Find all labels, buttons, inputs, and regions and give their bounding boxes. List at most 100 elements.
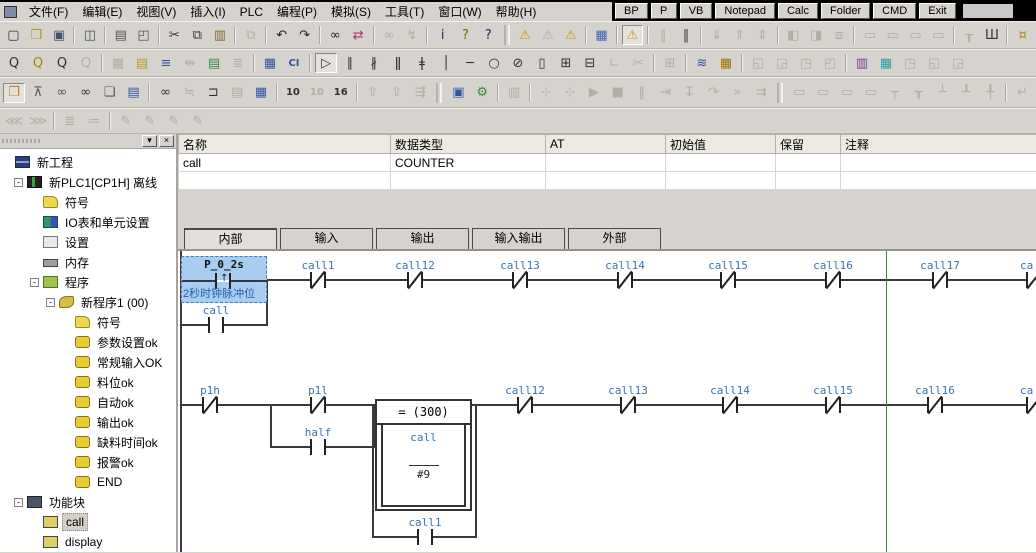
find-report-icon[interactable]: ◫ <box>79 25 100 45</box>
find-icon[interactable]: ∞ <box>325 25 346 45</box>
timer-chart-icon[interactable]: ▦ <box>715 53 737 73</box>
symbol-table-icon[interactable]: ▤ <box>131 53 153 73</box>
output-window-icon[interactable]: ⊼ <box>27 83 49 103</box>
transfer-settings-icon[interactable]: ▦ <box>591 25 612 45</box>
table-cell[interactable] <box>391 172 546 190</box>
table-cell[interactable] <box>546 154 666 172</box>
panel-dropdown-button[interactable]: ▾ <box>142 135 157 147</box>
tree-new-project[interactable]: 新工程 <box>0 152 176 172</box>
launcher-button-calc[interactable]: Calc <box>778 3 818 19</box>
about-icon[interactable]: i <box>432 25 453 45</box>
vertical-line-icon[interactable]: │ <box>435 53 457 73</box>
table-cell[interactable] <box>776 154 841 172</box>
menu-simulation[interactable]: 模拟(S) <box>324 1 378 22</box>
tree-io-table[interactable]: IO表和单元设置 <box>0 212 176 232</box>
table-cell[interactable] <box>841 172 1036 190</box>
contact-or-no-icon[interactable]: ǁ <box>387 53 409 73</box>
local-symbols-icon[interactable]: ≡ <box>155 53 177 73</box>
column-header-4[interactable]: 保留 <box>776 135 841 154</box>
table-cell[interactable]: COUNTER <box>391 154 546 172</box>
tab-input[interactable]: 输入 <box>280 228 373 249</box>
address-window-icon[interactable]: ❏ <box>99 83 121 103</box>
cut-icon[interactable]: ✂ <box>164 25 185 45</box>
instruction-icon[interactable]: ▯ <box>531 53 553 73</box>
tab-output[interactable]: 输出 <box>376 228 469 249</box>
tree-sec-auto[interactable]: 自动ok <box>0 392 176 412</box>
column-header-1[interactable]: 数据类型 <box>391 135 546 154</box>
menu-plc[interactable]: PLC <box>233 3 270 21</box>
menu-program[interactable]: 编程(P) <box>270 1 324 22</box>
rung-list-icon[interactable]: ▤ <box>203 53 225 73</box>
print-icon[interactable]: ▤ <box>110 25 131 45</box>
clock-pulse-icon[interactable]: Ш <box>982 25 1003 45</box>
launcher-button-p[interactable]: P <box>651 3 677 19</box>
watch-icon[interactable]: ▦ <box>875 53 897 73</box>
online-edit-icon[interactable]: ¤ <box>1012 25 1033 45</box>
tree-sec-alarm[interactable]: 报警ok <box>0 452 176 472</box>
check-program-icon[interactable]: ⚠ <box>560 25 581 45</box>
help-icon[interactable]: ? <box>455 25 476 45</box>
menu-insert[interactable]: 插入(I) <box>183 1 232 22</box>
tree-memory[interactable]: 内存 <box>0 252 176 272</box>
simulator-online-icon[interactable]: ▣ <box>447 83 469 103</box>
tab-inout[interactable]: 输入输出 <box>472 228 565 249</box>
tree-settings[interactable]: 设置 <box>0 232 176 252</box>
tab-internal[interactable]: 内部 <box>184 228 277 249</box>
horizontal-line-icon[interactable]: ─ <box>459 53 481 73</box>
table-row[interactable]: callCOUNTER <box>179 154 1036 172</box>
tree-symbols-program[interactable]: 符号 <box>0 312 176 332</box>
tree-sec-shortage[interactable]: 缺料时间ok <box>0 432 176 452</box>
table-cell[interactable] <box>776 172 841 190</box>
column-header-5[interactable]: 注释 <box>841 135 1036 154</box>
tree-expand-toggle[interactable]: - <box>46 298 55 307</box>
fb-io-icon[interactable]: ⊟ <box>579 53 601 73</box>
cross-reference-icon[interactable]: ∞ <box>75 83 97 103</box>
tree-expand-toggle[interactable]: - <box>14 178 23 187</box>
new-file-icon[interactable]: ▢ <box>3 25 24 45</box>
save-icon[interactable]: ▣ <box>49 25 70 45</box>
zoom-out-icon[interactable]: Q <box>51 53 73 73</box>
fb-invoke-icon[interactable]: ⊞ <box>555 53 577 73</box>
table-cell[interactable]: call <box>179 154 391 172</box>
print-preview-icon[interactable]: ◰ <box>133 25 154 45</box>
tree-function-blocks[interactable]: -功能块 <box>0 492 176 512</box>
menu-edit[interactable]: 编辑(E) <box>75 1 129 22</box>
hex-icon[interactable]: 16 <box>330 83 352 103</box>
tree-sec-output[interactable]: 输出ok <box>0 412 176 432</box>
tree-sec-params[interactable]: 参数设置ok <box>0 332 176 352</box>
contact-nc-icon[interactable]: ∦ <box>363 53 385 73</box>
selected-contact-P_0_2s[interactable]: P_0_2s↑2秒时钟脉冲位 <box>181 256 267 303</box>
column-header-0[interactable]: 名称 <box>179 135 391 154</box>
tree-sec-level[interactable]: 料位ok <box>0 372 176 392</box>
panel-drag-handle[interactable] <box>2 139 42 143</box>
context-help-icon[interactable]: ? <box>478 25 499 45</box>
undo-icon[interactable]: ↶ <box>271 25 292 45</box>
table-cell[interactable] <box>841 154 1036 172</box>
tree-fb-call[interactable]: call <box>0 512 176 532</box>
decimal-icon[interactable]: 10 <box>282 83 304 103</box>
copy-icon[interactable]: ⧉ <box>187 25 208 45</box>
launcher-button-vb[interactable]: VB <box>680 3 713 19</box>
compile-icon[interactable]: ⚠ <box>515 25 536 45</box>
launcher-button-cmd[interactable]: CMD <box>873 3 916 19</box>
work-online-icon[interactable]: ⚠ <box>622 25 643 45</box>
menu-view[interactable]: 视图(V) <box>129 1 183 22</box>
zoom-select-icon[interactable]: Q <box>3 53 25 73</box>
find-symbol-icon[interactable]: ∞ <box>154 83 176 103</box>
io-stack-icon[interactable]: ≋ <box>691 53 713 73</box>
cursor-tool-icon[interactable]: ▷ <box>315 53 337 73</box>
table-cell[interactable] <box>666 154 776 172</box>
tree-program1[interactable]: -新程序1 (00) <box>0 292 176 312</box>
tree-symbols-plc[interactable]: 符号 <box>0 192 176 212</box>
panel-close-button[interactable]: × <box>159 135 174 147</box>
watch-window-icon[interactable]: ∞ <box>51 83 73 103</box>
menu-help[interactable]: 帮助(H) <box>489 1 544 22</box>
table-cell[interactable] <box>179 172 391 190</box>
menu-tools[interactable]: 工具(T) <box>378 1 431 22</box>
sma-monitor-icon[interactable]: ▦ <box>259 53 281 73</box>
launcher-button-notepad[interactable]: Notepad <box>715 3 775 19</box>
tree-sec-end[interactable]: END <box>0 472 176 492</box>
launcher-button-bp[interactable]: BP <box>615 3 648 19</box>
pause-icon[interactable]: ‖ <box>676 25 697 45</box>
menu-window[interactable]: 窗口(W) <box>431 1 488 22</box>
